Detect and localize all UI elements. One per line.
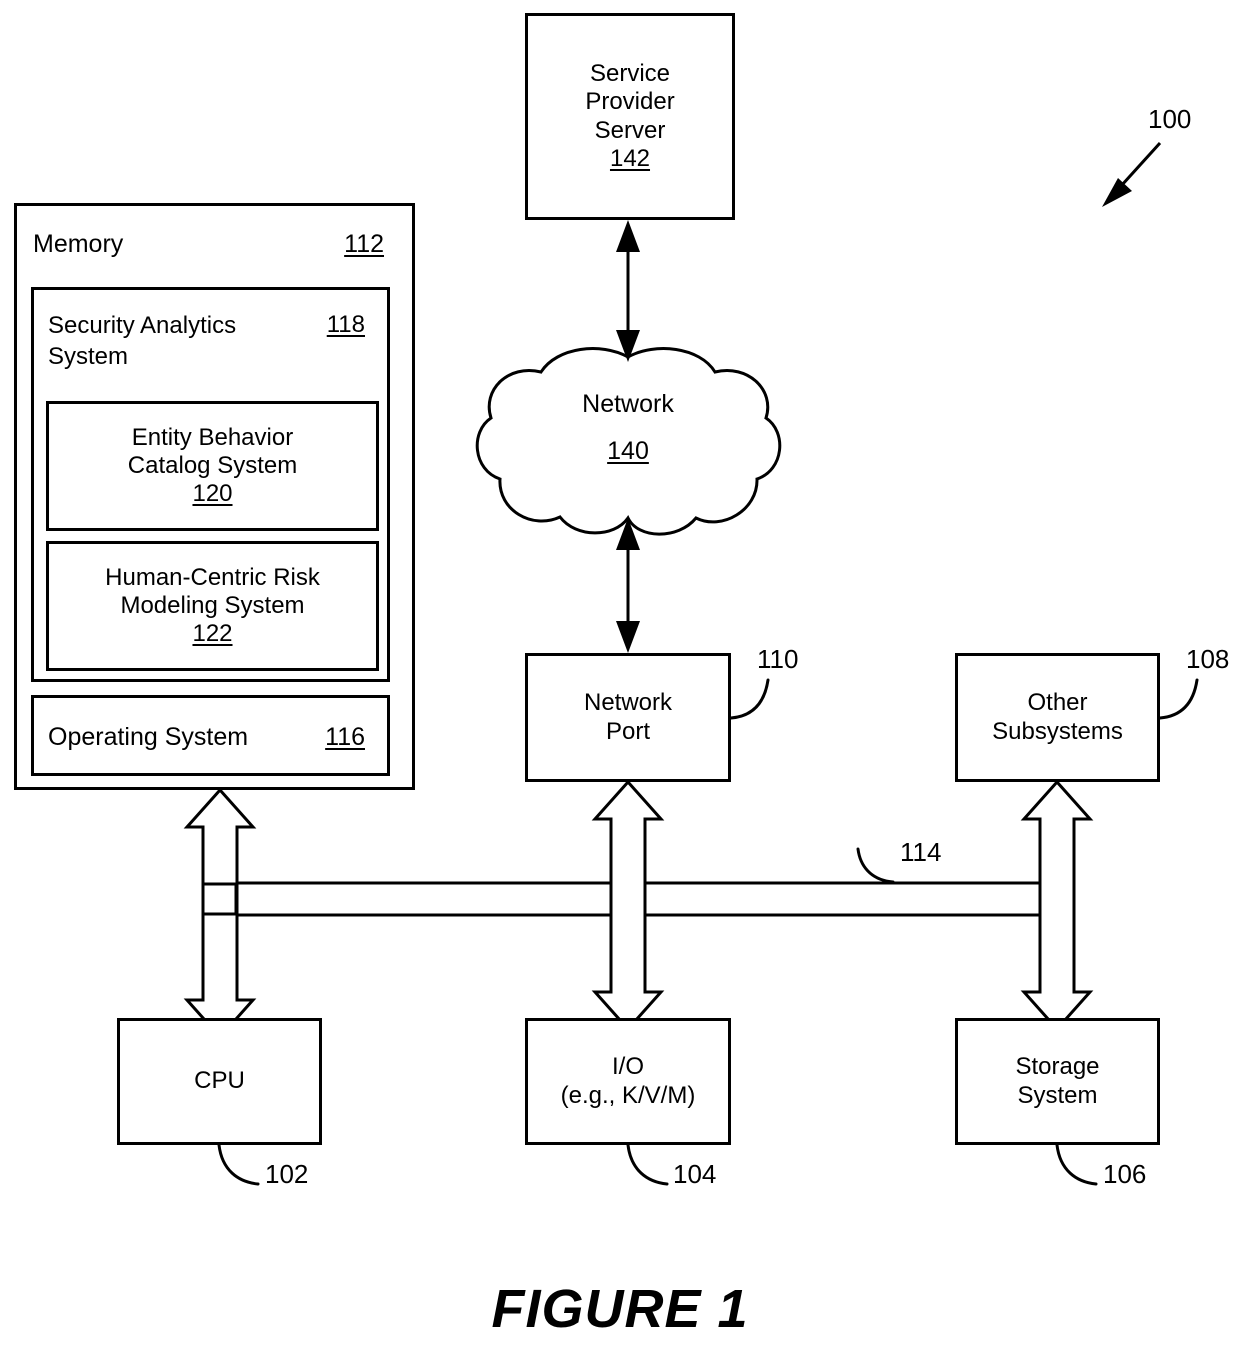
other-subsystems-label: Other Subsystems	[992, 689, 1123, 745]
entity-behavior-catalog-label: Entity Behavior Catalog System	[127, 423, 298, 479]
network-cloud-text[interactable]: Network 140	[497, 392, 759, 464]
block-arrow-networkport-io	[237, 779, 1054, 1032]
human-centric-risk-modeling-ref: 122	[192, 620, 233, 648]
ref-label-102: 102	[265, 1159, 309, 1189]
operating-system-label: Operating System	[48, 723, 249, 751]
security-analytics-ref: 118	[326, 311, 365, 338]
cpu-box[interactable]: CPU	[117, 1018, 322, 1145]
ref-label-114: 114	[900, 837, 942, 867]
service-provider-server-box[interactable]: Service Provider Server 142	[525, 13, 735, 220]
service-provider-server-ref: 142	[609, 144, 651, 172]
memory-header: Memory 112	[17, 230, 412, 260]
ref-label-108: 108	[1186, 644, 1230, 674]
security-analytics-header: Security Analytics System 118	[34, 311, 387, 372]
arrow-server-to-network	[616, 220, 640, 362]
ref-label-100: 100	[1148, 104, 1192, 134]
entity-behavior-catalog-system-box[interactable]: Entity Behavior Catalog System 120	[46, 401, 379, 531]
leader-110	[729, 678, 770, 720]
security-analytics-label: Security Analytics System	[48, 312, 237, 370]
entity-behavior-catalog-ref: 120	[192, 480, 233, 508]
human-centric-risk-modeling-system-box[interactable]: Human-Centric Risk Modeling System 122	[46, 541, 379, 671]
block-arrow-memory-cpu	[183, 787, 1054, 1040]
io-box[interactable]: I/O (e.g., K/V/M)	[525, 1018, 731, 1145]
patent-figure: Memory 112 Security Analytics System 118…	[0, 0, 1240, 1354]
memory-label: Memory	[33, 230, 124, 258]
arrow-network-to-network-port	[616, 518, 640, 653]
network-ref: 140	[607, 437, 649, 465]
storage-system-label: Storage System	[1015, 1053, 1100, 1109]
ref-label-110: 110	[757, 644, 799, 674]
network-label: Network	[582, 390, 674, 418]
operating-system-box[interactable]: Operating System 116	[31, 695, 390, 776]
network-port-label: Network Port	[583, 689, 673, 745]
operating-system-ref: 116	[325, 723, 365, 751]
service-provider-server-label: Service Provider Server	[585, 59, 675, 144]
figure-caption: FIGURE 1	[491, 1279, 749, 1339]
human-centric-risk-modeling-label: Human-Centric Risk Modeling System	[105, 563, 320, 619]
memory-panel[interactable]: Memory 112 Security Analytics System 118…	[14, 203, 415, 790]
block-arrow-othersubsystems-storage	[646, 779, 1094, 1032]
ref-label-106: 106	[1103, 1159, 1147, 1189]
leader-108	[1158, 678, 1199, 720]
leader-100	[1102, 141, 1162, 207]
ref-label-104: 104	[673, 1159, 717, 1189]
operating-system-header: Operating System 116	[34, 723, 387, 753]
io-label: I/O (e.g., K/V/M)	[560, 1053, 696, 1109]
memory-ref: 112	[344, 230, 384, 258]
leader-102	[217, 1143, 260, 1186]
cpu-label: CPU	[194, 1067, 245, 1095]
storage-system-box[interactable]: Storage System	[955, 1018, 1160, 1145]
leader-104	[626, 1143, 669, 1186]
network-port-box[interactable]: Network Port	[525, 653, 731, 782]
leader-106	[1055, 1143, 1098, 1186]
security-analytics-system-panel[interactable]: Security Analytics System 118 Entity Beh…	[31, 287, 390, 682]
other-subsystems-box[interactable]: Other Subsystems	[955, 653, 1160, 782]
